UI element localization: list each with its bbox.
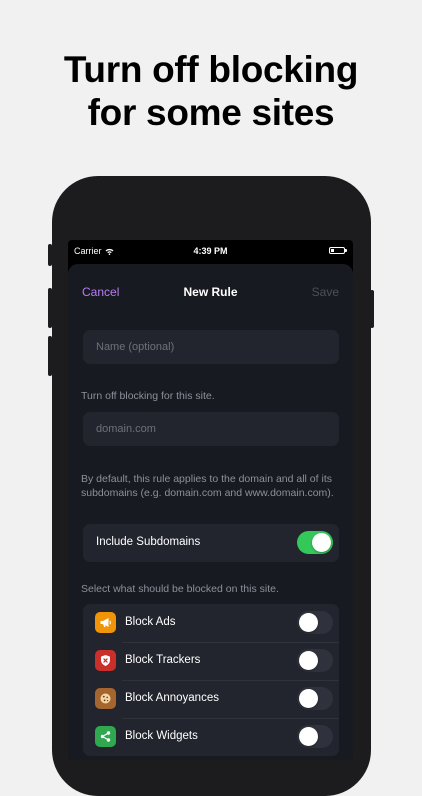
phone-screen: Carrier 4:39 PM Cancel New Rule Save Nam… — [68, 240, 353, 760]
include-subdomains-row[interactable]: Include Subdomains — [83, 524, 339, 562]
domain-section-label: Turn off blocking for this site. — [81, 390, 215, 402]
block-annoyances-toggle[interactable] — [297, 687, 333, 710]
block-ads-label: Block Ads — [125, 616, 176, 628]
headline-line-2: for some sites — [87, 92, 335, 133]
include-subdomains-label: Include Subdomains — [96, 536, 201, 548]
clock: 4:39 PM — [193, 246, 228, 256]
subdomains-card: Include Subdomains — [83, 524, 339, 562]
toggle-knob — [312, 533, 331, 552]
block-ads-toggle[interactable] — [297, 611, 333, 634]
block-trackers-toggle[interactable] — [297, 649, 333, 672]
block-widgets-label: Block Widgets — [125, 730, 198, 742]
megaphone-icon — [95, 612, 116, 633]
block-annoyances-row[interactable]: Block Annoyances — [83, 680, 339, 718]
phone-volume-up — [48, 288, 52, 328]
page-title: New Rule — [183, 285, 238, 299]
battery-icon — [329, 247, 347, 254]
name-input[interactable]: Name (optional) — [83, 330, 339, 364]
status-bar: Carrier 4:39 PM — [68, 240, 353, 262]
nav-bar: Cancel New Rule Save — [68, 264, 353, 316]
domain-explanation: By default, this rule applies to the dom… — [81, 473, 334, 499]
toggle-knob — [299, 651, 318, 670]
phone-power-button — [370, 290, 374, 328]
block-trackers-label: Block Trackers — [125, 654, 201, 666]
block-annoyances-label: Block Annoyances — [125, 692, 219, 704]
headline: Turn off blocking for some sites — [0, 48, 422, 134]
headline-line-1: Turn off blocking — [63, 49, 359, 90]
block-widgets-row[interactable]: Block Widgets — [83, 718, 339, 756]
block-section-label: Select what should be blocked on this si… — [81, 583, 279, 595]
phone-mute-switch — [48, 244, 52, 266]
block-options-card: Block Ads Block Trackers Block Annoyance… — [83, 604, 339, 756]
phone-volume-down — [48, 336, 52, 376]
new-rule-sheet: Cancel New Rule Save Name (optional) Tur… — [68, 264, 353, 760]
include-subdomains-toggle[interactable] — [297, 531, 333, 554]
toggle-knob — [299, 689, 318, 708]
toggle-knob — [299, 727, 318, 746]
share-icon — [95, 726, 116, 747]
shield-icon — [95, 650, 116, 671]
block-trackers-row[interactable]: Block Trackers — [83, 642, 339, 680]
save-button[interactable]: Save — [312, 285, 339, 299]
cookie-icon — [95, 688, 116, 709]
block-ads-row[interactable]: Block Ads — [83, 604, 339, 642]
domain-input[interactable]: domain.com — [83, 412, 339, 446]
block-widgets-toggle[interactable] — [297, 725, 333, 748]
toggle-knob — [299, 613, 318, 632]
